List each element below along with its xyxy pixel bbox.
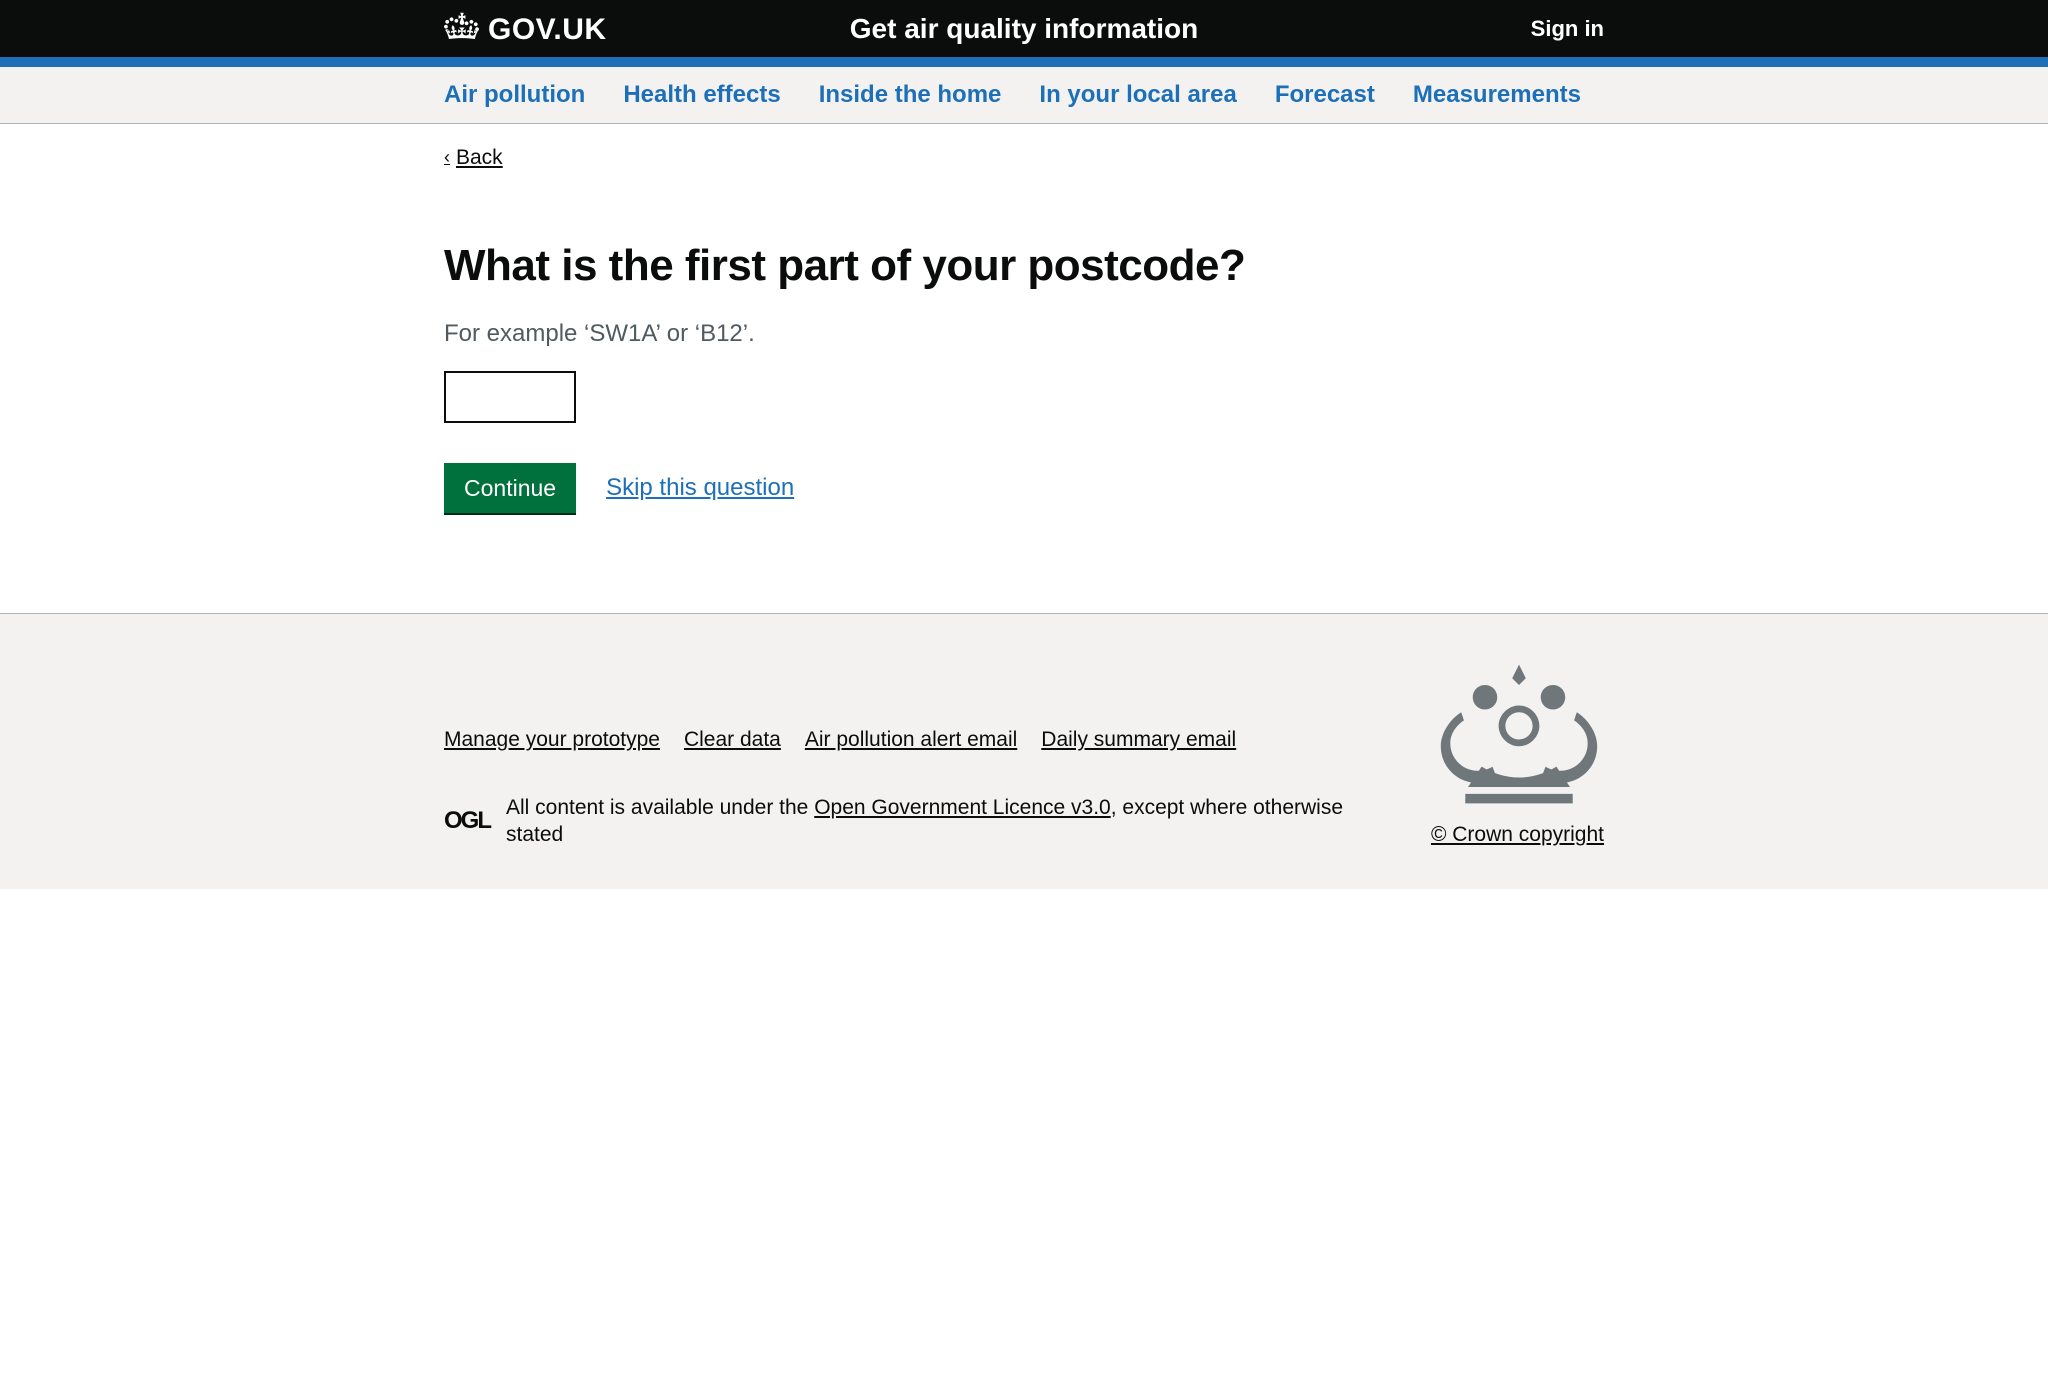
licence-link[interactable]: Open Government Licence v3.0 bbox=[814, 796, 1111, 819]
skip-question-link[interactable]: Skip this question bbox=[606, 472, 794, 504]
footer-alert-email[interactable]: Air pollution alert email bbox=[805, 728, 1017, 751]
licence-text: All content is available under the Open … bbox=[506, 794, 1391, 849]
nav-health-effects[interactable]: Health effects bbox=[623, 81, 780, 108]
chevron-left-icon: ‹ bbox=[444, 146, 450, 170]
nav-forecast[interactable]: Forecast bbox=[1275, 81, 1375, 108]
site-header: GOV.UK Get air quality information Sign … bbox=[0, 0, 2048, 67]
nav-measurements[interactable]: Measurements bbox=[1413, 81, 1581, 108]
page-heading: What is the first part of your postcode? bbox=[444, 242, 1604, 290]
postcode-input[interactable] bbox=[444, 371, 576, 423]
govuk-logo-link[interactable]: GOV.UK bbox=[444, 10, 607, 49]
crown-copyright-link[interactable]: © Crown copyright bbox=[1431, 823, 1604, 846]
nav-local-area[interactable]: In your local area bbox=[1039, 81, 1236, 108]
crown-icon bbox=[444, 11, 480, 48]
main-content: What is the first part of your postcode?… bbox=[444, 172, 1604, 614]
footer-manage-prototype[interactable]: Manage your prototype bbox=[444, 728, 660, 751]
continue-button[interactable]: Continue bbox=[444, 463, 576, 513]
footer-clear-data[interactable]: Clear data bbox=[684, 728, 781, 751]
sign-in-link[interactable]: Sign in bbox=[1531, 15, 1604, 44]
back-link[interactable]: ‹ Back bbox=[444, 144, 503, 172]
service-name: Get air quality information bbox=[850, 11, 1198, 48]
nav-air-pollution[interactable]: Air pollution bbox=[444, 81, 585, 108]
postcode-hint: For example ‘SW1A’ or ‘B12’. bbox=[444, 318, 1604, 350]
site-footer: Manage your prototype Clear data Air pol… bbox=[0, 613, 2048, 889]
govuk-logotype: GOV.UK bbox=[488, 10, 607, 49]
back-link-label: Back bbox=[456, 144, 503, 172]
ogl-icon: OGL bbox=[444, 805, 490, 837]
primary-nav: Air pollution Health effects Inside the … bbox=[0, 67, 2048, 124]
footer-summary-email[interactable]: Daily summary email bbox=[1041, 728, 1236, 751]
licence-prefix: All content is available under the bbox=[506, 796, 814, 819]
nav-inside-home[interactable]: Inside the home bbox=[819, 81, 1002, 108]
royal-coat-of-arms-icon bbox=[1431, 664, 1604, 811]
